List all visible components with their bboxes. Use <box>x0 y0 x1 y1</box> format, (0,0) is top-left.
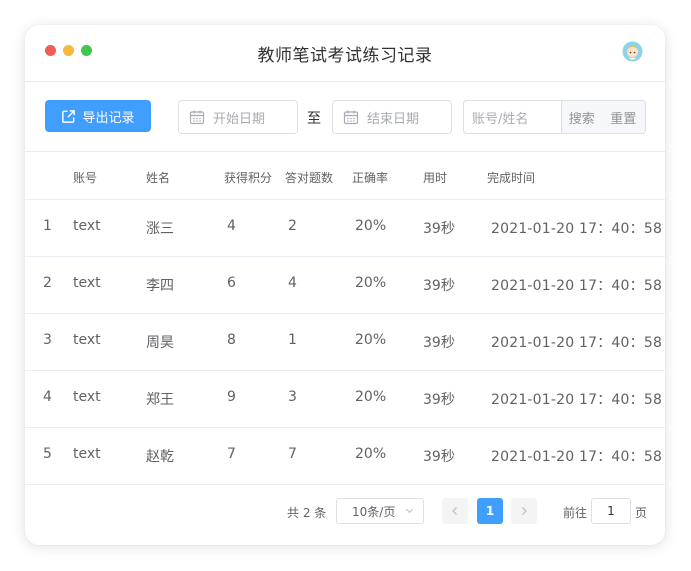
toolbar: 导出记录 开始日期 至 结束日期 账号/姓名 搜索 重置 <box>25 82 665 152</box>
page-size-value: 10条/页 <box>352 504 396 519</box>
cell-correct-count: 2 <box>288 218 297 234</box>
chevron-right-icon <box>522 507 527 515</box>
cell-name: 周昊 <box>146 335 174 351</box>
start-date-input[interactable]: 开始日期 <box>178 100 298 134</box>
cell-account: text <box>73 218 101 234</box>
goto-page-input[interactable]: 1 <box>591 498 631 524</box>
row-index: 2 <box>43 275 52 291</box>
cell-score: 8 <box>227 332 236 348</box>
row-index: 3 <box>43 332 52 348</box>
cell-finish-time: 2021-01-20 17：40：58 <box>491 278 663 294</box>
cell-accuracy: 20% <box>355 389 387 405</box>
page-unit-label: 页 <box>635 506 648 520</box>
cell-name: 涨三 <box>146 221 174 237</box>
cell-correct-count: 7 <box>288 446 297 462</box>
cell-duration: 39秒 <box>423 278 455 294</box>
cell-account: text <box>73 332 101 348</box>
column-header-account[interactable]: 账号 <box>73 169 97 186</box>
cell-score: 6 <box>227 275 236 291</box>
end-date-input[interactable]: 结束日期 <box>332 100 452 134</box>
chevron-down-icon <box>405 508 414 514</box>
table-row[interactable]: 3 text 周昊 8 1 20% 39秒 2021-01-20 17：40：5… <box>25 314 665 371</box>
cell-accuracy: 20% <box>355 275 387 291</box>
column-header-correct-count[interactable]: 答对题数 <box>285 169 333 186</box>
cell-finish-time: 2021-01-20 17：40：58 <box>491 335 663 351</box>
goto-label: 前往 <box>563 506 588 520</box>
cell-score: 4 <box>227 218 236 234</box>
table-header: 账号 姓名 获得积分 答对题数 正确率 用时 完成时间 <box>25 152 665 200</box>
avatar[interactable] <box>622 41 643 62</box>
cell-correct-count: 4 <box>288 275 297 291</box>
search-button[interactable]: 搜索 <box>561 101 602 133</box>
app-window: 教师笔试考试练习记录 导出记录 开始日期 至 结束日期 账号/姓名 搜索 重置 … <box>25 25 665 545</box>
cell-score: 7 <box>227 446 236 462</box>
row-index: 5 <box>43 446 52 462</box>
search-group: 账号/姓名 搜索 重置 <box>463 100 646 134</box>
export-button-label: 导出记录 <box>82 110 135 126</box>
cell-finish-time: 2021-01-20 17：40：58 <box>491 392 663 408</box>
column-header-duration[interactable]: 用时 <box>423 169 447 186</box>
row-index: 4 <box>43 389 52 405</box>
start-date-placeholder: 开始日期 <box>213 111 266 127</box>
pagination: 共 2 条 10条/页 1 前往 1 页 <box>25 495 665 525</box>
reset-button[interactable]: 重置 <box>601 101 645 133</box>
cell-accuracy: 20% <box>355 218 387 234</box>
export-icon <box>62 109 76 123</box>
search-input[interactable]: 账号/姓名 <box>464 101 562 133</box>
cell-duration: 39秒 <box>423 335 455 351</box>
cell-score: 9 <box>227 389 236 405</box>
column-header-score[interactable]: 获得积分 <box>224 169 272 186</box>
cell-account: text <box>73 446 101 462</box>
calendar-icon <box>189 110 205 125</box>
table-row[interactable]: 2 text 李四 6 4 20% 39秒 2021-01-20 17：40：5… <box>25 257 665 314</box>
prev-page-button[interactable] <box>442 498 468 524</box>
pagination-total: 共 2 条 <box>287 506 327 520</box>
column-header-accuracy[interactable]: 正确率 <box>352 169 388 186</box>
next-page-button[interactable] <box>511 498 537 524</box>
window-title: 教师笔试考试练习记录 <box>257 46 433 66</box>
column-header-finish-time[interactable]: 完成时间 <box>487 169 535 186</box>
cell-finish-time: 2021-01-20 17：40：58 <box>491 449 663 465</box>
cell-name: 赵乾 <box>146 449 174 465</box>
export-button[interactable]: 导出记录 <box>45 100 151 132</box>
records-table: 账号 姓名 获得积分 答对题数 正确率 用时 完成时间 1 text 涨三 4 … <box>25 152 665 485</box>
cell-correct-count: 1 <box>288 332 297 348</box>
cell-duration: 39秒 <box>423 392 455 408</box>
cell-correct-count: 3 <box>288 389 297 405</box>
column-header-name[interactable]: 姓名 <box>146 169 170 186</box>
row-index: 1 <box>43 218 52 234</box>
cell-finish-time: 2021-01-20 17：40：58 <box>491 221 663 237</box>
cell-duration: 39秒 <box>423 449 455 465</box>
cell-account: text <box>73 275 101 291</box>
cell-duration: 39秒 <box>423 221 455 237</box>
table-row[interactable]: 1 text 涨三 4 2 20% 39秒 2021-01-20 17：40：5… <box>25 200 665 257</box>
cell-account: text <box>73 389 101 405</box>
table-row[interactable]: 4 text 郑王 9 3 20% 39秒 2021-01-20 17：40：5… <box>25 371 665 428</box>
cell-accuracy: 20% <box>355 332 387 348</box>
cell-accuracy: 20% <box>355 446 387 462</box>
search-placeholder: 账号/姓名 <box>472 111 529 127</box>
end-date-placeholder: 结束日期 <box>367 111 420 127</box>
page-size-select[interactable]: 10条/页 <box>336 498 424 524</box>
chevron-left-icon <box>452 507 457 515</box>
date-range-separator: 至 <box>307 111 321 127</box>
cell-name: 郑王 <box>146 392 174 408</box>
table-row[interactable]: 5 text 赵乾 7 7 20% 39秒 2021-01-20 17：40：5… <box>25 428 665 485</box>
title-bar: 教师笔试考试练习记录 <box>25 25 665 82</box>
cell-name: 李四 <box>146 278 174 294</box>
calendar-icon <box>343 110 359 125</box>
page-button-current[interactable]: 1 <box>477 498 503 524</box>
